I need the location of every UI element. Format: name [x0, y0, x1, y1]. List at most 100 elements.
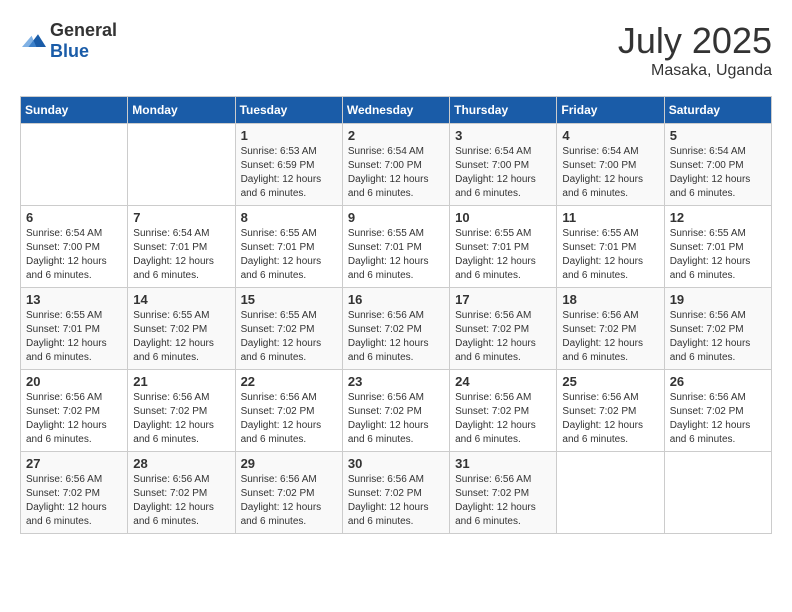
- day-number: 8: [241, 210, 337, 225]
- day-info: Sunrise: 6:56 AMSunset: 7:02 PMDaylight:…: [348, 391, 444, 447]
- page-header: General Blue July 2025 Masaka, Uganda: [20, 20, 772, 80]
- calendar-cell: 13 Sunrise: 6:55 AMSunset: 7:01 PMDayligh…: [21, 288, 128, 370]
- day-number: 29: [241, 456, 337, 471]
- day-number: 30: [348, 456, 444, 471]
- logo: General Blue: [20, 20, 117, 62]
- calendar-week-row: 6 Sunrise: 6:54 AMSunset: 7:00 PMDaylight…: [21, 206, 772, 288]
- day-info: Sunrise: 6:53 AMSunset: 6:59 PMDaylight:…: [241, 145, 337, 201]
- day-number: 12: [670, 210, 766, 225]
- calendar-cell: 22 Sunrise: 6:56 AMSunset: 7:02 PMDayligh…: [235, 370, 342, 452]
- day-info: Sunrise: 6:55 AMSunset: 7:01 PMDaylight:…: [26, 309, 122, 365]
- day-info: Sunrise: 6:55 AMSunset: 7:01 PMDaylight:…: [562, 227, 658, 283]
- day-info: Sunrise: 6:55 AMSunset: 7:01 PMDaylight:…: [670, 227, 766, 283]
- day-info: Sunrise: 6:56 AMSunset: 7:02 PMDaylight:…: [670, 391, 766, 447]
- day-info: Sunrise: 6:56 AMSunset: 7:02 PMDaylight:…: [348, 309, 444, 365]
- day-number: 31: [455, 456, 551, 471]
- logo-blue-text: Blue: [50, 41, 89, 61]
- day-number: 23: [348, 374, 444, 389]
- calendar-cell: 11Sunrise: 6:55 AMSunset: 7:01 PMDayligh…: [557, 206, 664, 288]
- day-number: 25: [562, 374, 658, 389]
- calendar-week-row: 27 Sunrise: 6:56 AMSunset: 7:02 PMDayligh…: [21, 452, 772, 534]
- day-number: 19: [670, 292, 766, 307]
- day-info: Sunrise: 6:54 AMSunset: 7:00 PMDaylight:…: [455, 145, 551, 201]
- day-number: 1: [241, 128, 337, 143]
- day-number: 20: [26, 374, 122, 389]
- day-info: Sunrise: 6:54 AMSunset: 7:01 PMDaylight:…: [133, 227, 229, 283]
- day-info: Sunrise: 6:56 AMSunset: 7:02 PMDaylight:…: [455, 391, 551, 447]
- column-header-thursday: Thursday: [450, 97, 557, 124]
- calendar-cell: 23 Sunrise: 6:56 AMSunset: 7:02 PMDayligh…: [342, 370, 449, 452]
- column-header-friday: Friday: [557, 97, 664, 124]
- logo-general-text: General: [50, 20, 117, 40]
- calendar-cell: [21, 124, 128, 206]
- calendar-cell: 19 Sunrise: 6:56 AMSunset: 7:02 PMDayligh…: [664, 288, 771, 370]
- calendar-cell: 24 Sunrise: 6:56 AMSunset: 7:02 PMDayligh…: [450, 370, 557, 452]
- calendar-cell: 2Sunrise: 6:54 AMSunset: 7:00 PMDaylight…: [342, 124, 449, 206]
- day-number: 22: [241, 374, 337, 389]
- calendar-cell: 18Sunrise: 6:56 AMSunset: 7:02 PMDayligh…: [557, 288, 664, 370]
- calendar-cell: 9 Sunrise: 6:55 AMSunset: 7:01 PMDaylight…: [342, 206, 449, 288]
- day-number: 9: [348, 210, 444, 225]
- calendar-cell: 10Sunrise: 6:55 AMSunset: 7:01 PMDayligh…: [450, 206, 557, 288]
- day-info: Sunrise: 6:55 AMSunset: 7:02 PMDaylight:…: [241, 309, 337, 365]
- calendar-cell: 12 Sunrise: 6:55 AMSunset: 7:01 PMDayligh…: [664, 206, 771, 288]
- day-number: 27: [26, 456, 122, 471]
- day-info: Sunrise: 6:54 AMSunset: 7:00 PMDaylight:…: [26, 227, 122, 283]
- calendar-cell: 30 Sunrise: 6:56 AMSunset: 7:02 PMDayligh…: [342, 452, 449, 534]
- day-number: 26: [670, 374, 766, 389]
- calendar-cell: 20Sunrise: 6:56 AMSunset: 7:02 PMDayligh…: [21, 370, 128, 452]
- month-year-title: July 2025: [618, 20, 772, 62]
- title-block: July 2025 Masaka, Uganda: [618, 20, 772, 80]
- calendar-cell: [128, 124, 235, 206]
- day-info: Sunrise: 6:56 AMSunset: 7:02 PMDaylight:…: [455, 473, 551, 529]
- day-info: Sunrise: 6:56 AMSunset: 7:02 PMDaylight:…: [562, 391, 658, 447]
- day-info: Sunrise: 6:55 AMSunset: 7:01 PMDaylight:…: [241, 227, 337, 283]
- calendar-cell: 17 Sunrise: 6:56 AMSunset: 7:02 PMDayligh…: [450, 288, 557, 370]
- day-info: Sunrise: 6:56 AMSunset: 7:02 PMDaylight:…: [455, 309, 551, 365]
- day-number: 10: [455, 210, 551, 225]
- day-info: Sunrise: 6:54 AMSunset: 7:00 PMDaylight:…: [562, 145, 658, 201]
- calendar-cell: 31 Sunrise: 6:56 AMSunset: 7:02 PMDayligh…: [450, 452, 557, 534]
- day-info: Sunrise: 6:56 AMSunset: 7:02 PMDaylight:…: [133, 473, 229, 529]
- day-number: 15: [241, 292, 337, 307]
- day-number: 14: [133, 292, 229, 307]
- column-header-sunday: Sunday: [21, 97, 128, 124]
- column-header-saturday: Saturday: [664, 97, 771, 124]
- column-header-monday: Monday: [128, 97, 235, 124]
- day-number: 7: [133, 210, 229, 225]
- calendar-table: SundayMondayTuesdayWednesdayThursdayFrid…: [20, 96, 772, 534]
- calendar-cell: 28 Sunrise: 6:56 AMSunset: 7:02 PMDayligh…: [128, 452, 235, 534]
- day-info: Sunrise: 6:56 AMSunset: 7:02 PMDaylight:…: [670, 309, 766, 365]
- day-number: 6: [26, 210, 122, 225]
- day-number: 17: [455, 292, 551, 307]
- calendar-cell: 8 Sunrise: 6:55 AMSunset: 7:01 PMDaylight…: [235, 206, 342, 288]
- calendar-cell: 15 Sunrise: 6:55 AMSunset: 7:02 PMDayligh…: [235, 288, 342, 370]
- day-info: Sunrise: 6:56 AMSunset: 7:02 PMDaylight:…: [348, 473, 444, 529]
- day-number: 4: [562, 128, 658, 143]
- calendar-week-row: 13 Sunrise: 6:55 AMSunset: 7:01 PMDayligh…: [21, 288, 772, 370]
- calendar-cell: [557, 452, 664, 534]
- day-number: 13: [26, 292, 122, 307]
- column-header-wednesday: Wednesday: [342, 97, 449, 124]
- calendar-cell: 4 Sunrise: 6:54 AMSunset: 7:00 PMDaylight…: [557, 124, 664, 206]
- calendar-cell: 3Sunrise: 6:54 AMSunset: 7:00 PMDaylight…: [450, 124, 557, 206]
- calendar-cell: 29 Sunrise: 6:56 AMSunset: 7:02 PMDayligh…: [235, 452, 342, 534]
- calendar-cell: 1 Sunrise: 6:53 AMSunset: 6:59 PMDaylight…: [235, 124, 342, 206]
- day-info: Sunrise: 6:56 AMSunset: 7:02 PMDaylight:…: [133, 391, 229, 447]
- calendar-cell: 5Sunrise: 6:54 AMSunset: 7:00 PMDaylight…: [664, 124, 771, 206]
- calendar-cell: [664, 452, 771, 534]
- day-info: Sunrise: 6:56 AMSunset: 7:02 PMDaylight:…: [241, 391, 337, 447]
- day-number: 28: [133, 456, 229, 471]
- day-number: 21: [133, 374, 229, 389]
- day-info: Sunrise: 6:55 AMSunset: 7:02 PMDaylight:…: [133, 309, 229, 365]
- day-info: Sunrise: 6:56 AMSunset: 7:02 PMDaylight:…: [241, 473, 337, 529]
- calendar-cell: 27 Sunrise: 6:56 AMSunset: 7:02 PMDayligh…: [21, 452, 128, 534]
- calendar-cell: 21 Sunrise: 6:56 AMSunset: 7:02 PMDayligh…: [128, 370, 235, 452]
- day-info: Sunrise: 6:54 AMSunset: 7:00 PMDaylight:…: [670, 145, 766, 201]
- day-info: Sunrise: 6:55 AMSunset: 7:01 PMDaylight:…: [348, 227, 444, 283]
- calendar-cell: 26 Sunrise: 6:56 AMSunset: 7:02 PMDayligh…: [664, 370, 771, 452]
- day-number: 24: [455, 374, 551, 389]
- calendar-cell: 16Sunrise: 6:56 AMSunset: 7:02 PMDayligh…: [342, 288, 449, 370]
- day-info: Sunrise: 6:56 AMSunset: 7:02 PMDaylight:…: [26, 473, 122, 529]
- day-number: 18: [562, 292, 658, 307]
